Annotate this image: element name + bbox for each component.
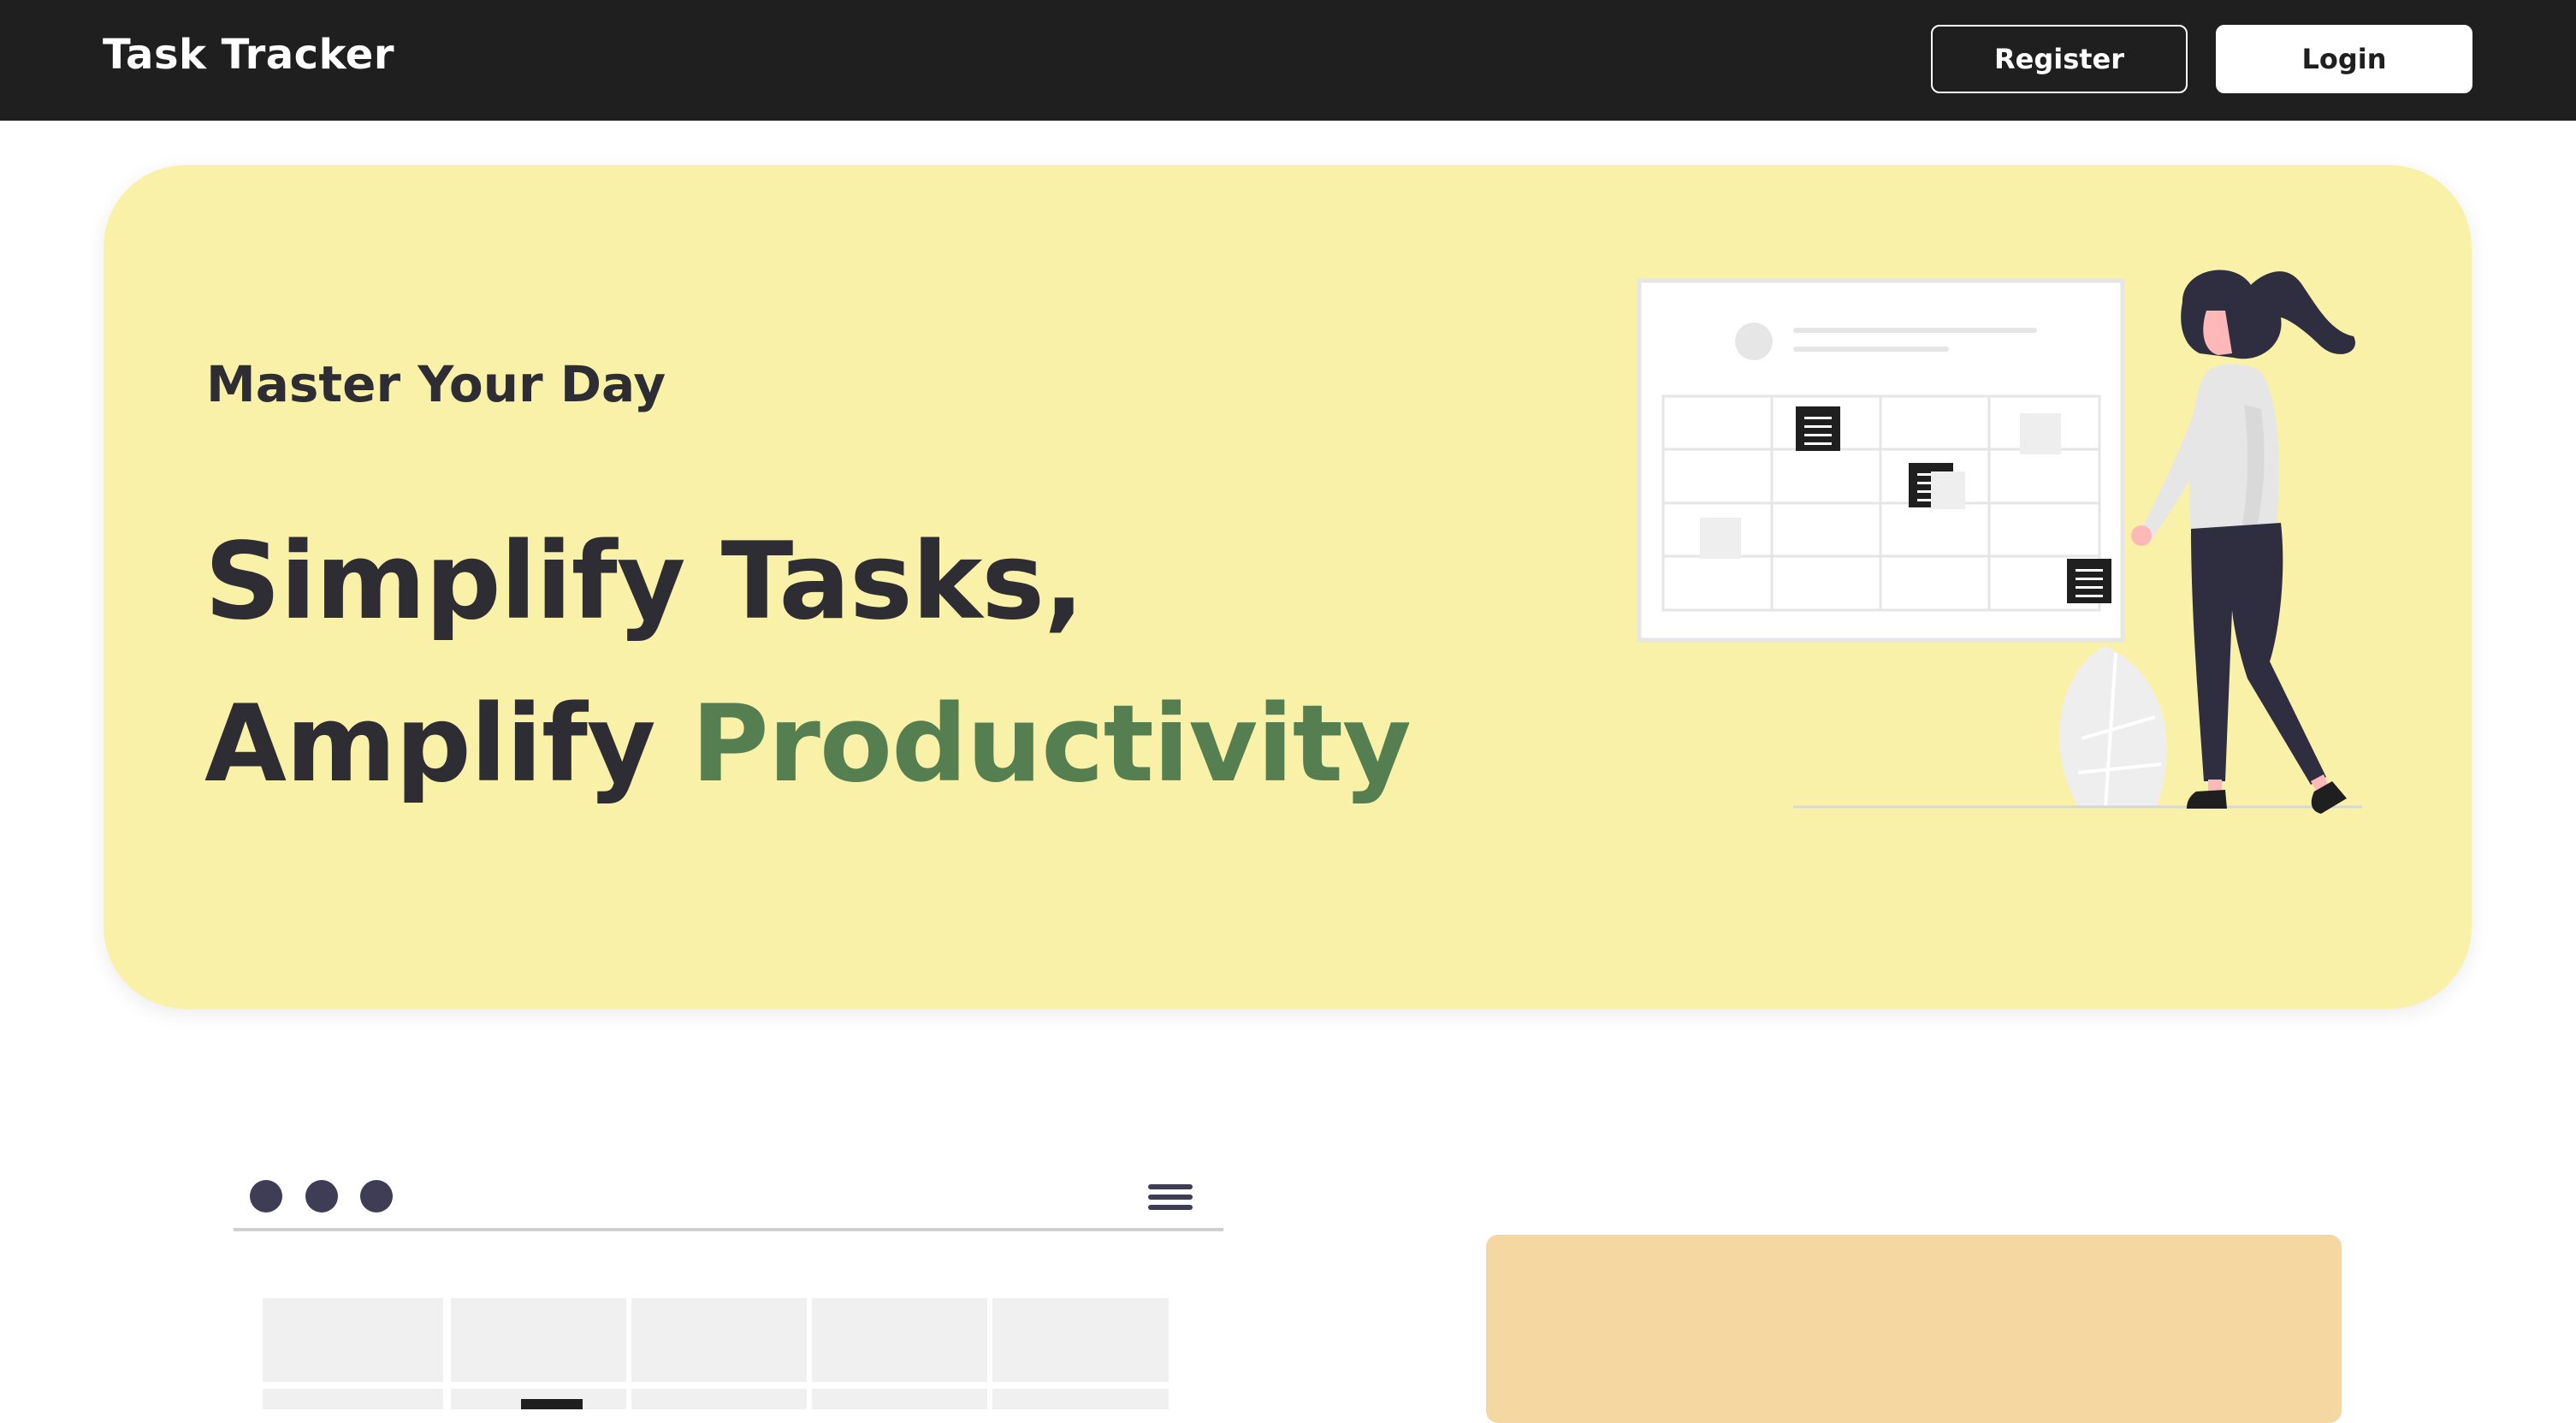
register-button[interactable]: Register <box>1931 25 2188 93</box>
login-button[interactable]: Login <box>2216 25 2472 93</box>
navbar: Task Tracker Register Login <box>0 0 2576 121</box>
hero-headline-line1: Simplify Tasks, <box>204 520 1084 643</box>
hero-headline-line2: Amplify Productivity <box>204 683 1412 806</box>
hamburger-menu-icon <box>1148 1184 1193 1210</box>
task-board-window-illustration <box>234 1180 1223 1409</box>
hero-banner: Master Your Day Simplify Tasks, Amplify … <box>104 165 2472 1009</box>
brand-logo[interactable]: Task Tracker <box>103 31 394 79</box>
hero-headline-accent: Productivity <box>690 683 1412 806</box>
window-control-dots <box>250 1180 393 1213</box>
hero-headline-prefix: Amplify <box>204 683 691 806</box>
hero-kicker: Master Your Day <box>206 355 666 413</box>
feature-card <box>1486 1235 2342 1423</box>
woman-with-task-board-illustration <box>1637 270 2362 814</box>
